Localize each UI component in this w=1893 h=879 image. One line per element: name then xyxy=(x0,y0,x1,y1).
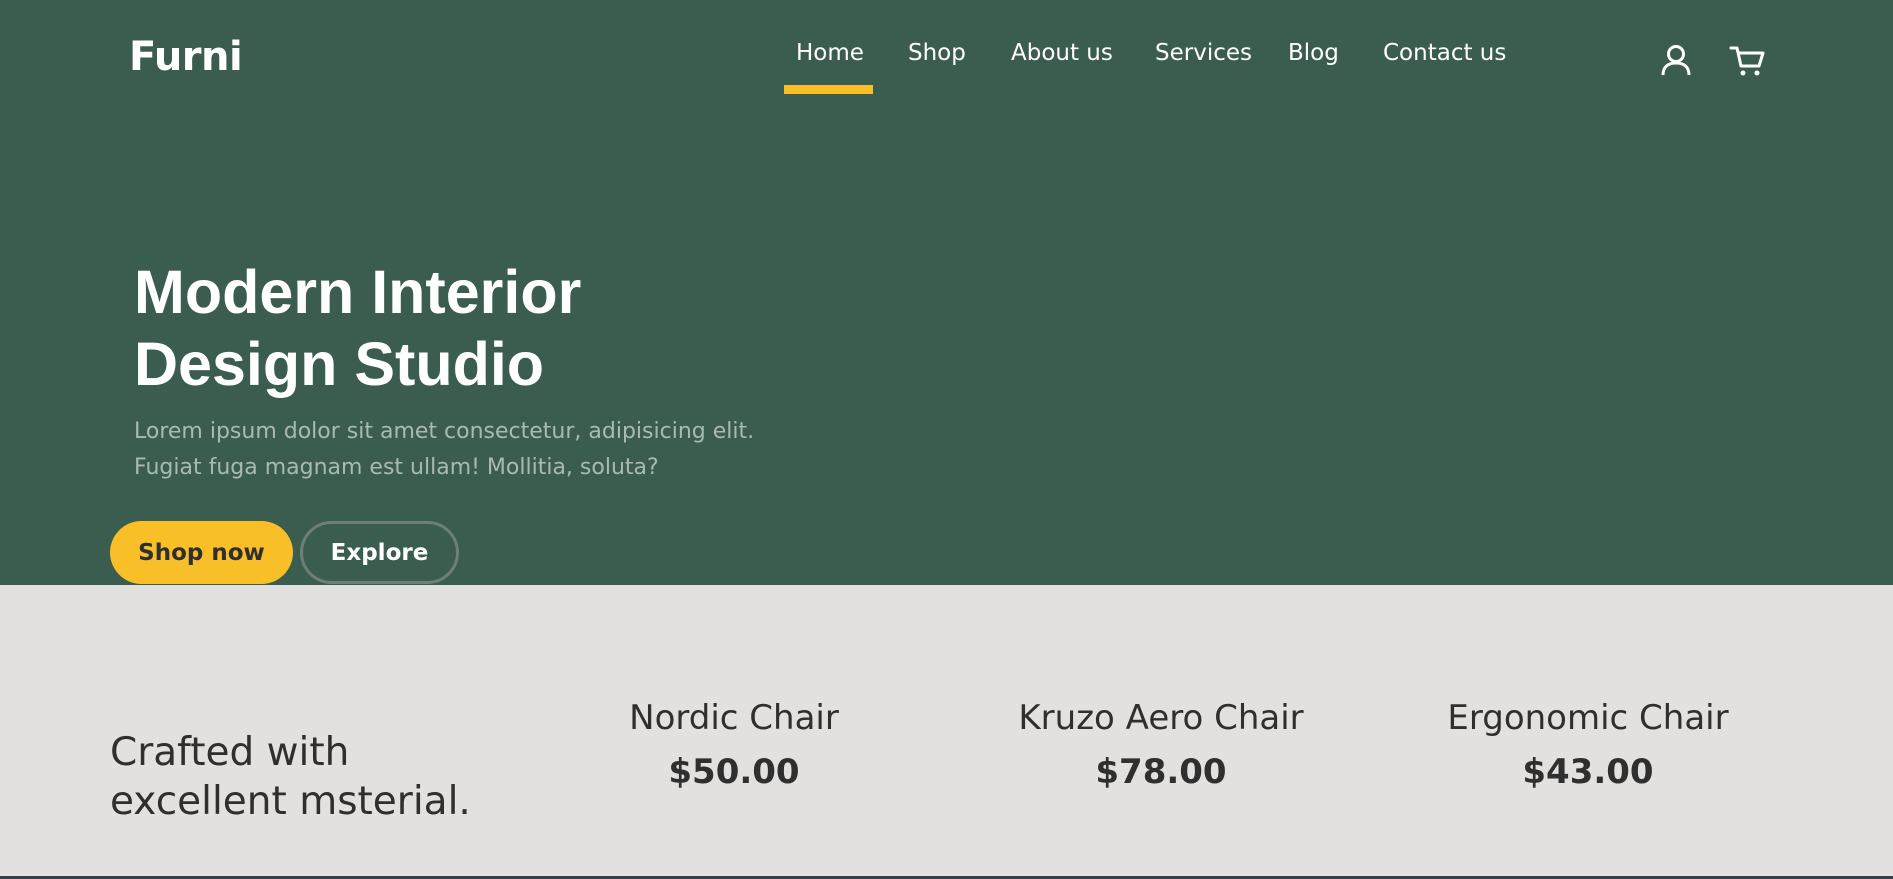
nav-home[interactable]: Home xyxy=(796,40,864,66)
product-price: $43.00 xyxy=(1522,752,1654,792)
explore-button[interactable]: Explore xyxy=(300,521,459,584)
product-card[interactable]: Kruzo Aero Chair $78.00 xyxy=(991,693,1331,797)
nav-active-indicator xyxy=(784,85,873,94)
nav-contact-us[interactable]: Contact us xyxy=(1383,40,1506,66)
craft-line2: excellent msterial. xyxy=(110,779,471,824)
hero-title-line1: Modern Interior xyxy=(134,258,582,326)
product-name: Nordic Chair xyxy=(629,698,839,738)
shop-now-button[interactable]: Shop now xyxy=(110,521,293,584)
product-card[interactable]: Ergonomic Chair $43.00 xyxy=(1418,693,1758,797)
hero-section: Furni Home Shop About us Services Blog C… xyxy=(0,0,1893,585)
nav-blog[interactable]: Blog xyxy=(1288,40,1339,66)
user-icon[interactable] xyxy=(1656,40,1696,80)
nav-services[interactable]: Services xyxy=(1155,40,1252,66)
hero-title-line2: Design Studio xyxy=(134,330,545,398)
cart-icon[interactable] xyxy=(1728,40,1768,80)
craft-heading: Crafted with excellent msterial. xyxy=(110,728,530,826)
craft-line1: Crafted with xyxy=(110,730,350,775)
hero-title: Modern Interior Design Studio xyxy=(134,256,774,400)
hero-desc-line2: Fugiat fuga magnam est ullam! Mollitia, … xyxy=(134,455,659,480)
product-name: Kruzo Aero Chair xyxy=(1018,698,1304,738)
product-card[interactable]: Nordic Chair $50.00 xyxy=(564,693,904,797)
nav-shop[interactable]: Shop xyxy=(908,40,966,66)
nav-about-us[interactable]: About us xyxy=(1011,40,1113,66)
product-name: Ergonomic Chair xyxy=(1447,698,1729,738)
hero-desc-line1: Lorem ipsum dolor sit amet consectetur, … xyxy=(134,419,755,444)
product-price: $78.00 xyxy=(1095,752,1227,792)
brand-logo[interactable]: Furni xyxy=(129,34,243,80)
product-price: $50.00 xyxy=(668,752,800,792)
hero-description: Lorem ipsum dolor sit amet consectetur, … xyxy=(134,414,774,486)
